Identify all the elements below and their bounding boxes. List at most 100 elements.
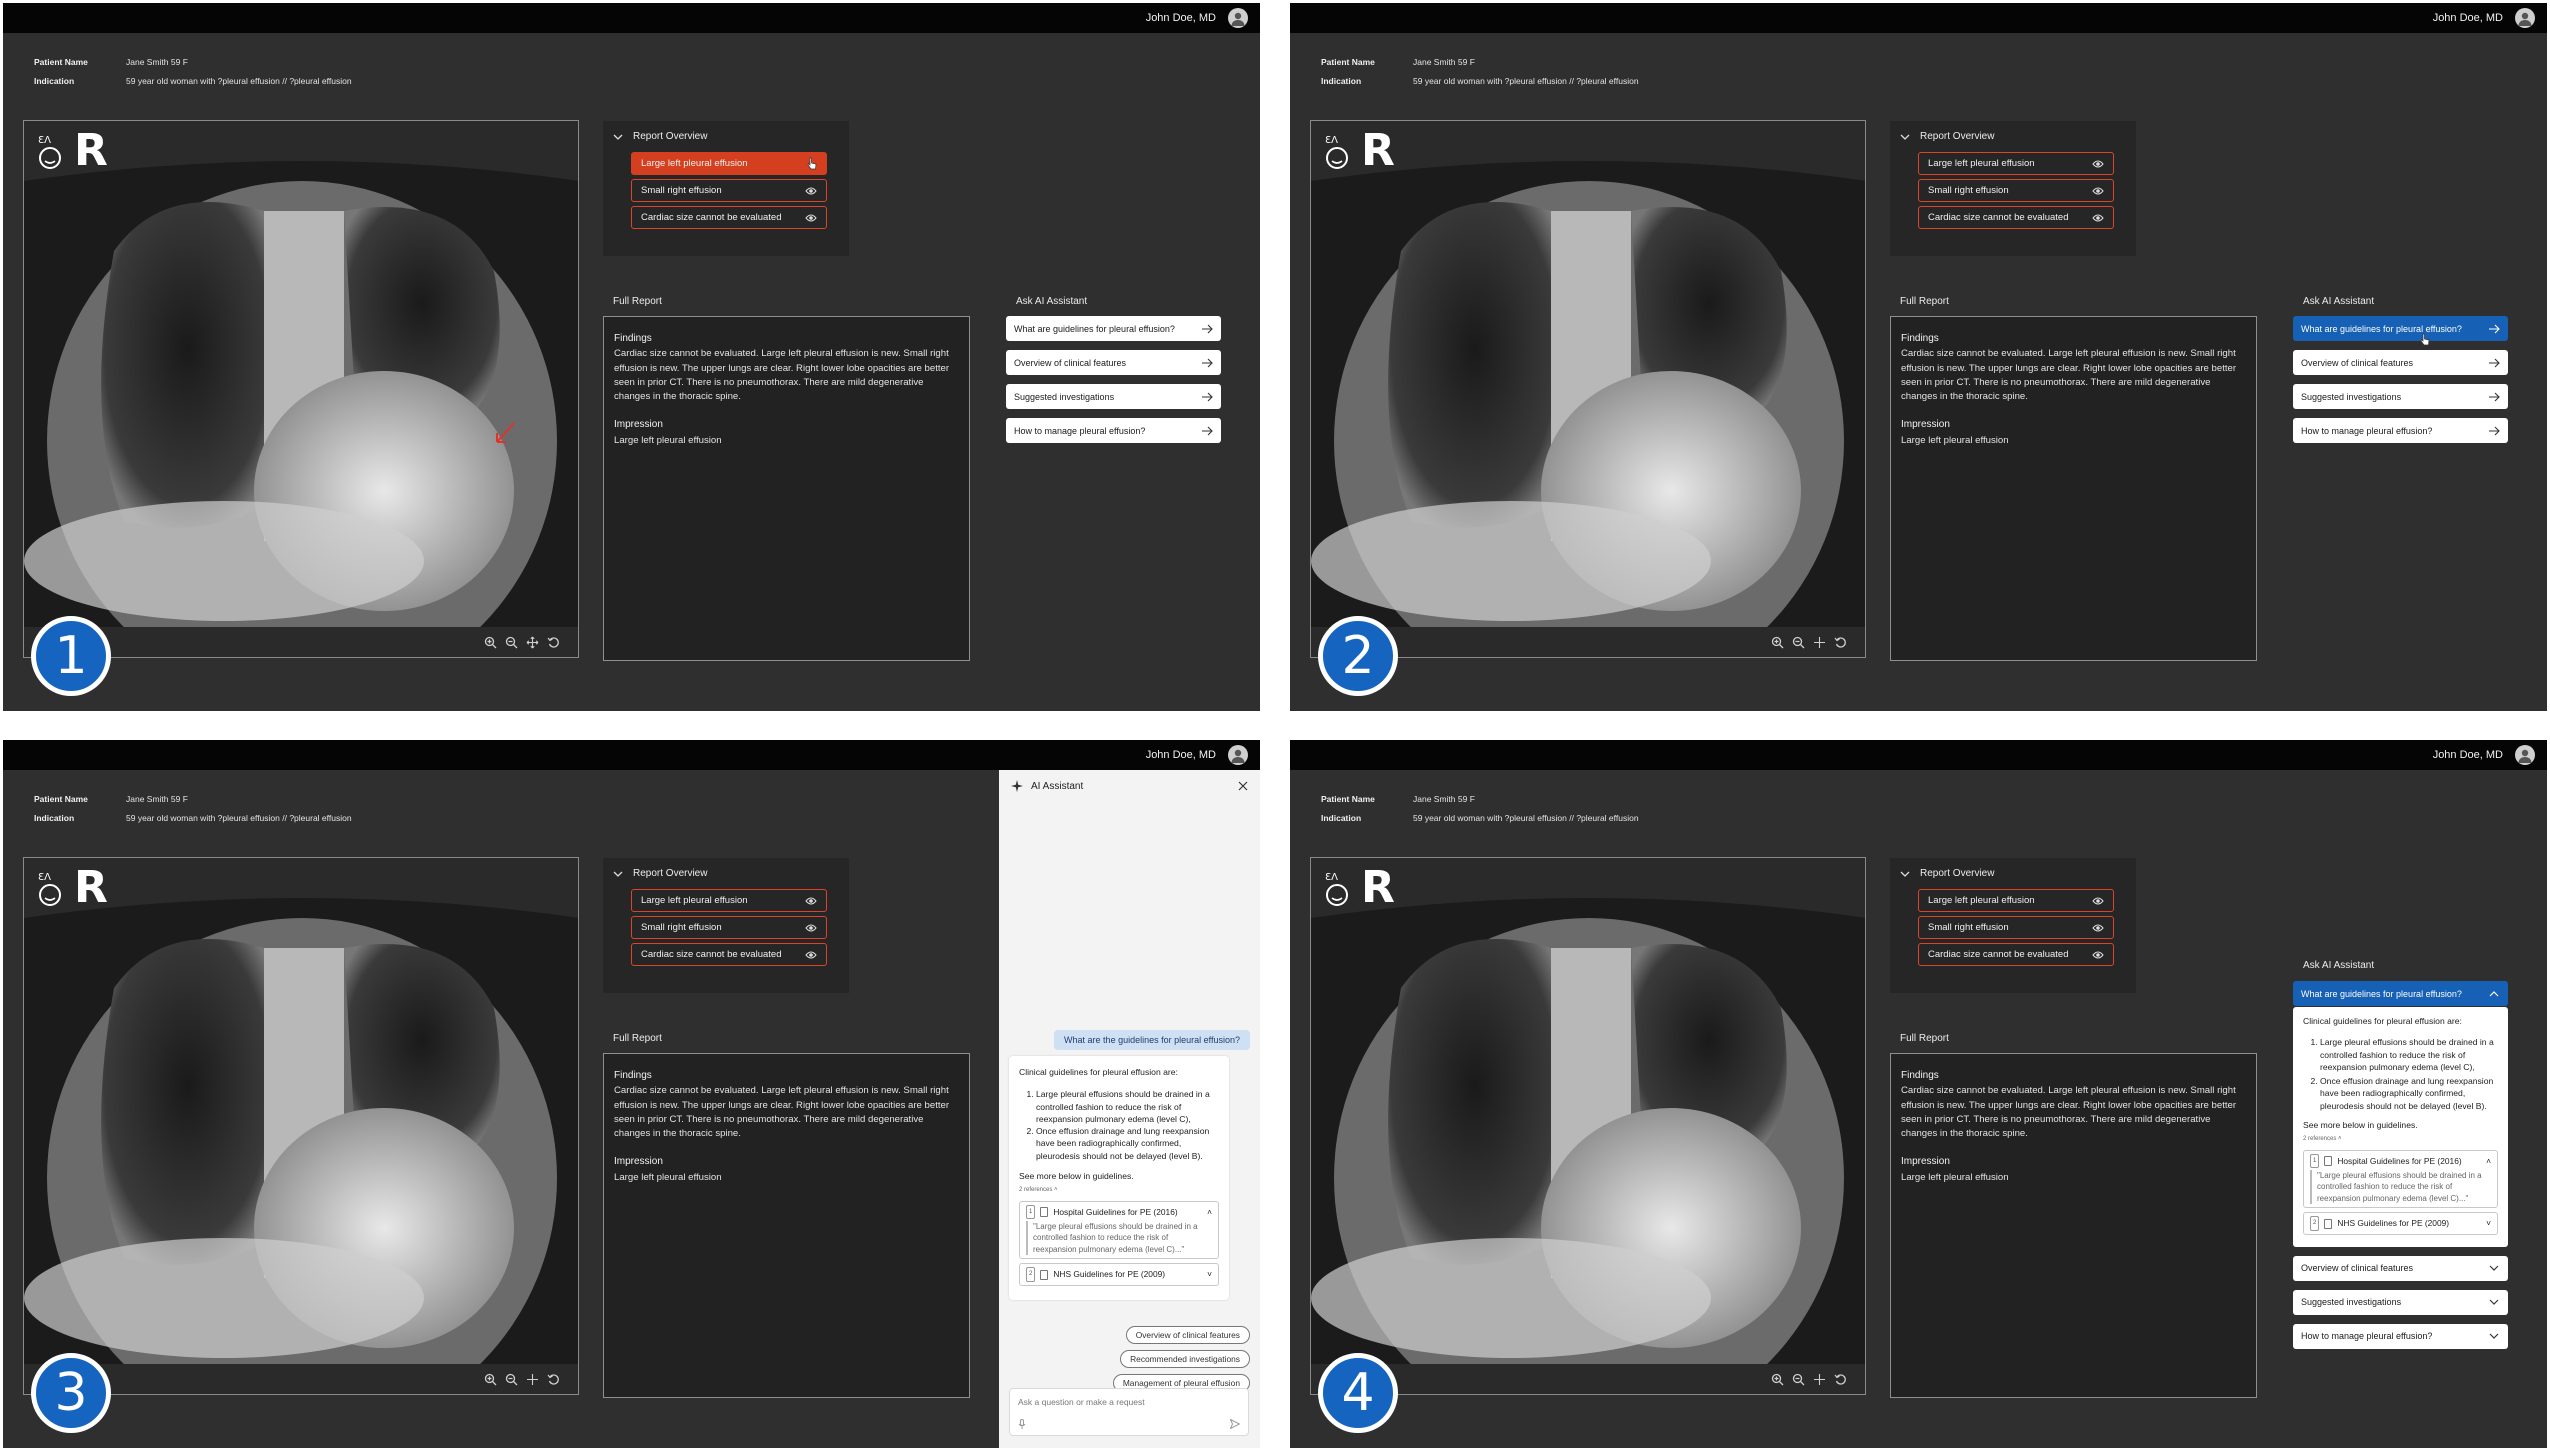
finding-chip-small-right-effusion[interactable]: Small right effusion — [631, 179, 827, 202]
report-overview-header[interactable]: Report Overview — [1890, 121, 2136, 148]
finding-label: Large left pleural effusion — [641, 895, 748, 906]
pan-icon[interactable] — [1813, 636, 1826, 649]
zoom-in-icon[interactable] — [1771, 636, 1784, 649]
indication-value: 59 year old woman with ?pleural effusion… — [126, 76, 352, 86]
patient-name-label: Patient Name — [1321, 794, 1375, 804]
eye-icon[interactable] — [2092, 896, 2104, 906]
finding-chip-small-right-effusion[interactable]: Small right effusion — [1918, 179, 2114, 202]
ai-question-manage[interactable]: How to manage pleural effusion? — [2293, 418, 2508, 443]
report-overview-header[interactable]: Report Overview — [603, 858, 849, 885]
ai-question-investigations[interactable]: Suggested investigations — [2293, 384, 2508, 409]
xray-viewer[interactable]: ƐɅ R — [23, 120, 579, 658]
finding-chip-cardiac-size[interactable]: Cardiac size cannot be evaluated — [1918, 943, 2114, 966]
finding-chip-large-left-effusion[interactable]: Large left pleural effusion — [631, 152, 827, 175]
ai-question-clinical-features[interactable]: Overview of clinical features — [2293, 350, 2508, 375]
chevron-up-icon[interactable]: ˄ — [2486, 1155, 2491, 1167]
references-toggle[interactable]: 2 references ˄ — [1019, 1184, 1219, 1196]
reset-icon[interactable] — [547, 1373, 560, 1386]
zoom-out-icon[interactable] — [1792, 1373, 1805, 1386]
lead-marker-icon: ƐɅ — [38, 872, 61, 906]
avatar-icon[interactable] — [1228, 8, 1248, 28]
finding-chip-large-left-effusion[interactable]: Large left pleural effusion — [631, 889, 827, 912]
ask-ai-title: Ask AI Assistant — [2303, 296, 2375, 307]
reference-item[interactable]: 1 Hospital Guidelines for PE (2016) ˄ "Lar… — [1019, 1200, 1219, 1260]
xray-viewer[interactable]: ƐɅ R — [1310, 857, 1866, 1395]
ai-question-guidelines[interactable]: What are guidelines for pleural effusion… — [2293, 981, 2508, 1006]
ai-question-clinical-features[interactable]: Overview of clinical features — [2293, 1255, 2508, 1281]
eye-icon[interactable] — [2092, 159, 2104, 169]
pan-icon[interactable] — [1813, 1373, 1826, 1386]
eye-icon[interactable] — [805, 213, 817, 223]
finding-chip-cardiac-size[interactable]: Cardiac size cannot be evaluated — [631, 206, 827, 229]
eye-icon[interactable] — [805, 923, 817, 933]
lead-marker-icon: ƐɅ — [1325, 872, 1348, 906]
pan-icon[interactable] — [526, 636, 539, 649]
reset-icon[interactable] — [1834, 636, 1847, 649]
chevron-down-icon[interactable]: ˅ — [2486, 1217, 2491, 1229]
close-icon[interactable] — [1238, 781, 1248, 791]
eye-icon[interactable] — [2092, 186, 2104, 196]
finding-chip-cardiac-size[interactable]: Cardiac size cannot be evaluated — [631, 943, 827, 966]
eye-icon[interactable] — [2092, 950, 2104, 960]
finding-chip-large-left-effusion[interactable]: Large left pleural effusion — [1918, 889, 2114, 912]
reset-icon[interactable] — [547, 636, 560, 649]
ai-question-manage[interactable]: How to manage pleural effusion? — [1006, 418, 1221, 443]
avatar-icon[interactable] — [1228, 745, 1248, 765]
ai-question-investigations[interactable]: Suggested investigations — [1006, 384, 1221, 409]
reference-item[interactable]: 2 NHS Guidelines for PE (2009) ˅ — [2303, 1212, 2498, 1235]
document-icon — [1040, 1269, 1049, 1280]
report-overview-title: Report Overview — [1920, 868, 1995, 879]
report-overview-header[interactable]: Report Overview — [1890, 858, 2136, 885]
pan-icon[interactable] — [526, 1373, 539, 1386]
eye-icon[interactable] — [2092, 213, 2104, 223]
chevron-up-icon[interactable]: ˄ — [1207, 1206, 1212, 1218]
reference-item[interactable]: 1 Hospital Guidelines for PE (2016) ˄ "Lar… — [2303, 1149, 2498, 1209]
references-toggle[interactable]: 2 references ˄ — [2303, 1133, 2498, 1145]
ask-input[interactable]: Ask a question or make a request — [1009, 1388, 1249, 1436]
finding-chip-small-right-effusion[interactable]: Small right effusion — [631, 916, 827, 939]
chevron-down-icon[interactable]: ˅ — [1207, 1268, 1212, 1280]
eye-icon[interactable] — [805, 186, 817, 196]
suggestion-chip[interactable]: Overview of clinical features — [1125, 1326, 1250, 1344]
finding-label: Large left pleural effusion — [1928, 895, 2035, 906]
arrow-right-icon — [1202, 324, 1213, 333]
finding-chip-cardiac-size[interactable]: Cardiac size cannot be evaluated — [1918, 206, 2114, 229]
zoom-in-icon[interactable] — [484, 636, 497, 649]
zoom-out-icon[interactable] — [1792, 636, 1805, 649]
question-label: Overview of clinical features — [1014, 357, 1127, 368]
eye-icon[interactable] — [2092, 923, 2104, 933]
mic-icon[interactable] — [1018, 1419, 1026, 1429]
top-bar: John Doe, MD — [1290, 740, 2547, 770]
suggestion-chip[interactable]: Recommended investigations — [1120, 1350, 1250, 1368]
eye-icon[interactable] — [805, 896, 817, 906]
patient-name-label: Patient Name — [34, 794, 88, 804]
ai-question-guidelines[interactable]: What are guidelines for pleural effusion… — [1006, 316, 1221, 341]
reset-icon[interactable] — [1834, 1373, 1847, 1386]
zoom-in-icon[interactable] — [1771, 1373, 1784, 1386]
eye-icon[interactable] — [805, 950, 817, 960]
zoom-out-icon[interactable] — [505, 1373, 518, 1386]
zoom-in-icon[interactable] — [484, 1373, 497, 1386]
send-icon[interactable] — [1230, 1419, 1240, 1429]
finding-chip-small-right-effusion[interactable]: Small right effusion — [1918, 916, 2114, 939]
patient-info: Patient Name Jane Smith 59 F Indication 59… — [1321, 790, 1639, 828]
avatar-icon[interactable] — [2515, 745, 2535, 765]
report-overview-title: Report Overview — [633, 131, 708, 142]
zoom-out-icon[interactable] — [505, 636, 518, 649]
side-marker-r: R — [74, 862, 108, 913]
suggested-chips: Overview of clinical features Recommende… — [1112, 1326, 1250, 1392]
ai-question-investigations[interactable]: Suggested investigations — [2293, 1289, 2508, 1315]
finding-label: Cardiac size cannot be evaluated — [641, 212, 782, 223]
reference-number: 2 — [1026, 1267, 1036, 1282]
xray-viewer[interactable]: ƐɅ R — [1310, 120, 1866, 658]
ai-question-guidelines[interactable]: What are guidelines for pleural effusion… — [2293, 316, 2508, 341]
ai-question-manage[interactable]: How to manage pleural effusion? — [2293, 1323, 2508, 1349]
ai-question-clinical-features[interactable]: Overview of clinical features — [1006, 350, 1221, 375]
report-overview-header[interactable]: Report Overview — [603, 121, 849, 148]
finding-chip-large-left-effusion[interactable]: Large left pleural effusion — [1918, 152, 2114, 175]
patient-info: Patient Name Jane Smith 59 F Indication 59… — [1321, 53, 1639, 91]
reference-item[interactable]: 2 NHS Guidelines for PE (2009) ˅ — [1019, 1263, 1219, 1286]
top-bar: John Doe, MD — [1290, 3, 2547, 33]
xray-viewer[interactable]: ƐɅ R — [23, 857, 579, 1395]
avatar-icon[interactable] — [2515, 8, 2535, 28]
